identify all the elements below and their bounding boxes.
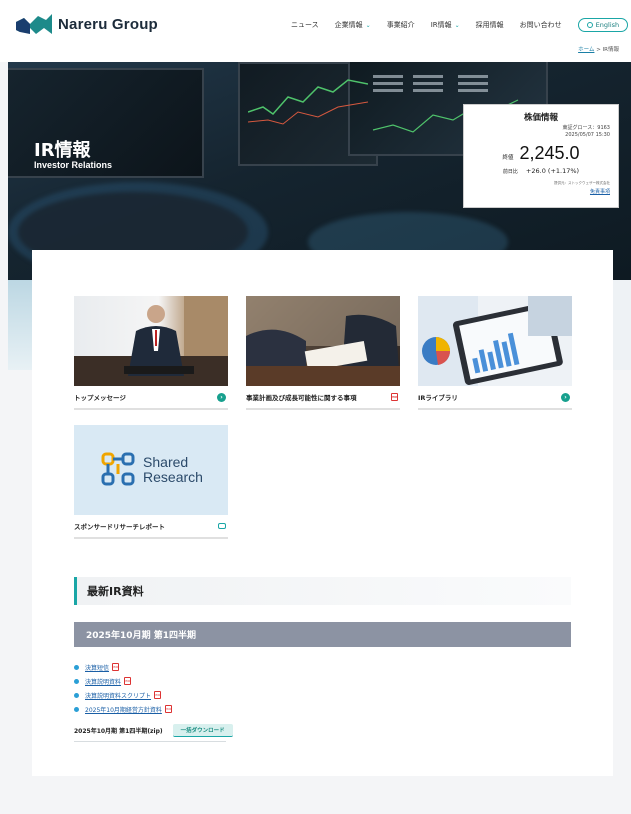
nav-label: IR情報 xyxy=(430,21,452,29)
card-label: IRライブラリ xyxy=(418,394,458,402)
list-item: 決算短信 PDF xyxy=(74,660,172,674)
chevron-down-icon: ⌄ xyxy=(454,21,460,29)
doc-link[interactable]: 決算説明資料 xyxy=(85,677,121,686)
wordmark-line2: Research xyxy=(143,469,203,485)
card-business-plan[interactable]: 事業計画及び成長可能性に関する事項 PDF xyxy=(246,296,400,410)
ceo-photo xyxy=(74,296,228,386)
main-nav: ニュース 企業情報 ⌄ 事業紹介 IR情報 ⌄ 採用情報 お問い合わせ Englis… xyxy=(291,18,629,32)
section-title: 最新IR資料 xyxy=(87,585,144,598)
list-item: 2025年10月期経営方針資料 PDF xyxy=(74,702,172,716)
bullet-icon xyxy=(74,692,79,698)
card-top-message[interactable]: トップメッセージ › xyxy=(74,296,228,410)
pdf-icon: PDF xyxy=(154,691,162,699)
pdf-icon: PDF xyxy=(391,393,398,401)
pdf-icon: PDF xyxy=(164,705,172,713)
shared-research-logo: Shared Research xyxy=(74,425,228,515)
globe-icon xyxy=(586,22,593,28)
arrow-right-icon: › xyxy=(217,392,226,402)
shared-research-wordmark: Shared Research xyxy=(143,455,203,485)
arrow-right-icon: › xyxy=(561,392,570,402)
site-header: Nareru Group ニュース 企業情報 ⌄ 事業紹介 IR情報 ⌄ 採用情報 … xyxy=(0,0,631,62)
logo-text: Nareru Group xyxy=(58,15,158,33)
list-item: 決算説明資料スクリプト PDF xyxy=(74,688,172,702)
ir-document-list: 決算短信 PDF 決算説明資料 PDF 決算説明資料スクリプト PDF 2025年10… xyxy=(74,660,172,716)
hero-title: IR情報 xyxy=(34,140,91,161)
stock-info-panel: 株価情報 東証グロース：9163 2025/05/07 15:30 終値 2,2… xyxy=(463,104,619,208)
chart-lines-decoration xyxy=(248,79,368,125)
doc-link[interactable]: 2025年10月期経営方針資料 xyxy=(85,705,162,714)
stock-change: +26.0 (+1.17%) xyxy=(525,167,580,175)
decorative-band-left xyxy=(8,280,34,370)
meeting-figure xyxy=(246,296,400,386)
card-caption: IRライブラリ › xyxy=(418,386,572,410)
ceo-figure xyxy=(74,296,228,386)
nav-contact[interactable]: お問い合わせ xyxy=(520,20,562,30)
doc-link[interactable]: 決算説明資料スクリプト xyxy=(85,691,151,700)
nav-label: 企業情報 xyxy=(334,21,363,29)
stock-price: 2,245.0 xyxy=(519,143,580,163)
list-item: 決算説明資料 PDF xyxy=(74,674,172,688)
bullet-icon xyxy=(74,664,79,670)
nav-recruit[interactable]: 採用情報 xyxy=(476,20,504,30)
stock-price-label: 終値 xyxy=(502,155,514,161)
breadcrumb-current: IR情報 xyxy=(602,47,619,53)
latest-ir-heading: 最新IR資料 xyxy=(74,577,571,605)
bulk-download-button[interactable]: 一括ダウンロード xyxy=(172,724,233,737)
stock-provider-note: 提供元：ストックウェザー株式会社 xyxy=(554,181,610,185)
breadcrumb: ホーム > IR情報 xyxy=(578,45,619,53)
card-label: スポンサードリサーチレポート xyxy=(74,523,165,531)
card-ir-library[interactable]: IRライブラリ › xyxy=(418,296,572,410)
stock-change-label: 前日比 xyxy=(502,169,518,175)
card-caption: 事業計画及び成長可能性に関する事項 PDF xyxy=(246,386,400,410)
stock-market: 東証グロース：9163 xyxy=(562,125,610,131)
nav-label: 採用情報 xyxy=(475,21,504,29)
hero-subtitle: Investor Relations xyxy=(34,160,113,170)
meeting-photo xyxy=(246,296,400,386)
nav-label: お問い合わせ xyxy=(519,21,562,29)
language-button[interactable]: English xyxy=(577,18,629,32)
charts-photo xyxy=(418,296,572,386)
wordmark-line1: Shared xyxy=(143,454,189,470)
logo-mark-icon xyxy=(16,14,52,34)
nav-label: ニュース xyxy=(291,21,319,29)
zip-download-row: 2025年10月期 第1四半期(zip) 一括ダウンロード xyxy=(74,724,233,737)
bullet-icon xyxy=(74,678,79,684)
period-title: 2025年10月期 第1四半期 xyxy=(86,631,196,641)
nav-ir[interactable]: IR情報 ⌄ xyxy=(431,20,460,30)
nav-business[interactable]: 事業紹介 xyxy=(387,20,415,30)
disclaimer-link[interactable]: 免責事項 xyxy=(472,188,610,195)
stock-title: 株価情報 xyxy=(523,113,558,123)
zip-divider xyxy=(74,741,226,742)
card-label: トップメッセージ xyxy=(74,394,126,402)
pdf-icon: PDF xyxy=(112,663,120,671)
stock-change-row: 前日比 +26.0 (+1.17%) xyxy=(472,167,610,175)
language-label: English xyxy=(595,21,620,29)
shared-research-icon xyxy=(101,452,135,486)
logo[interactable]: Nareru Group xyxy=(16,14,158,34)
breadcrumb-home[interactable]: ホーム xyxy=(578,47,594,53)
card-caption: スポンサードリサーチレポート xyxy=(74,515,228,539)
chevron-down-icon: ⌄ xyxy=(365,21,371,29)
stock-price-row: 終値 2,245.0 xyxy=(472,143,610,164)
stock-datetime: 2025/05/07 15:30 xyxy=(565,132,610,138)
stock-meta: 東証グロース：9163 2025/05/07 15:30 xyxy=(472,125,610,139)
nav-news[interactable]: ニュース xyxy=(291,20,319,30)
zip-label: 2025年10月期 第1四半期(zip) xyxy=(74,728,163,735)
breadcrumb-separator: > xyxy=(596,47,601,53)
nav-company[interactable]: 企業情報 ⌄ xyxy=(335,20,371,30)
charts-figure xyxy=(418,296,572,386)
pdf-icon: PDF xyxy=(124,677,132,685)
doc-link[interactable]: 決算短信 xyxy=(85,663,109,672)
card-label: 事業計画及び成長可能性に関する事項 xyxy=(246,394,357,402)
card-sponsored-research[interactable]: Shared Research スポンサードリサーチレポート xyxy=(74,425,228,539)
card-caption: トップメッセージ › xyxy=(74,386,228,410)
bullet-icon xyxy=(74,706,79,712)
external-link-icon xyxy=(218,523,226,529)
period-bar: 2025年10月期 第1四半期 xyxy=(74,622,571,647)
nav-label: 事業紹介 xyxy=(386,21,415,29)
